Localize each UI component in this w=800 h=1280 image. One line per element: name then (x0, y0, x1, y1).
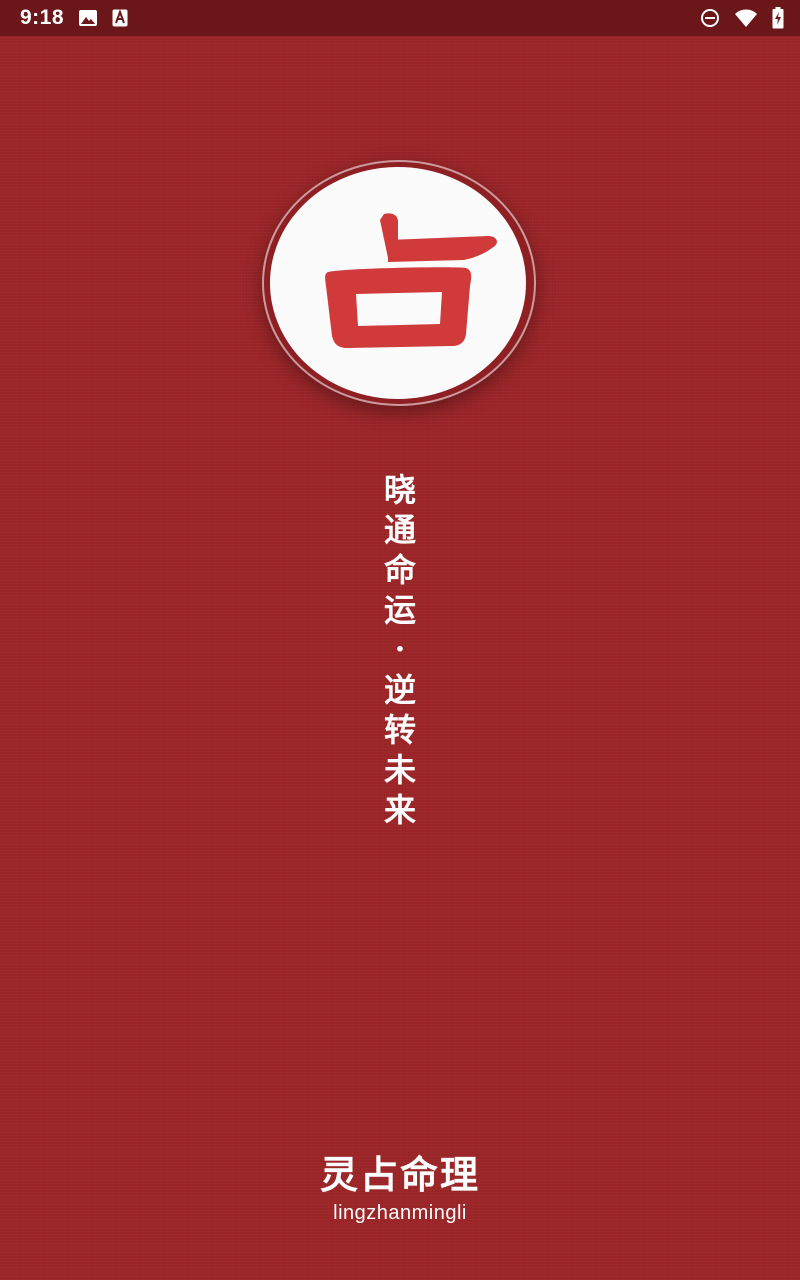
slogan-char: 来 (383, 791, 416, 829)
app-name: 灵占命理 (319, 1152, 480, 1197)
brand-footer: 灵占命理 lingzhanmingli (0, 1150, 800, 1226)
slogan-char: 命 (383, 551, 416, 589)
status-bar-right (700, 7, 784, 29)
slogan-char: 转 (383, 711, 416, 749)
image-icon (78, 9, 98, 27)
battery-charging-icon (772, 7, 784, 29)
slogan: 晓 通 命 运 · 逆 转 未 来 (370, 470, 430, 830)
slogan-char: 晓 (383, 471, 416, 509)
slogan-char: 通 (383, 511, 416, 549)
app-logo (270, 167, 526, 399)
slogan-char: 未 (383, 751, 416, 789)
font-a-icon (112, 9, 128, 27)
status-time: 9:18 (20, 6, 65, 29)
status-bar-left: 9:18 (20, 6, 128, 30)
status-bar: 9:18 (0, 0, 800, 36)
wifi-icon (734, 8, 758, 28)
do-not-disturb-icon (700, 8, 720, 28)
zhan-character-logo-icon (288, 206, 508, 360)
slogan-char: 逆 (383, 671, 416, 709)
app-name-pinyin: lingzhanmingli (333, 1202, 467, 1224)
slogan-char: 运 (383, 591, 416, 629)
slogan-separator: · (394, 632, 406, 667)
